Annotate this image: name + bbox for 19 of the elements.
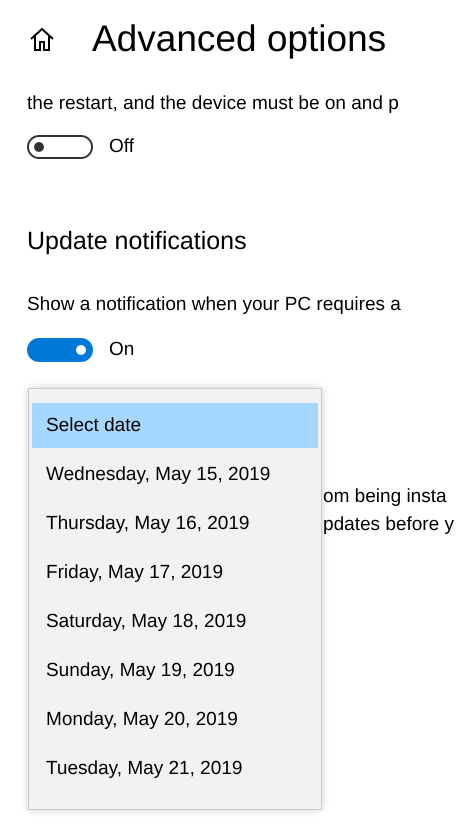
date-option[interactable]: Wednesday, May 15, 2019 [32, 452, 318, 497]
toggle-label: Off [109, 136, 134, 158]
page-title: Advanced options [92, 18, 386, 60]
date-option[interactable]: Friday, May 17, 2019 [32, 550, 318, 595]
description-text: om being insta [323, 485, 448, 509]
date-option[interactable]: Tuesday, May 21, 2019 [32, 746, 318, 791]
toggle-switch[interactable] [27, 135, 93, 159]
date-option[interactable]: Select date [32, 403, 318, 448]
date-option[interactable]: Thursday, May 16, 2019 [32, 501, 318, 546]
date-option[interactable]: Sunday, May 19, 2019 [32, 648, 318, 693]
date-option[interactable]: Saturday, May 18, 2019 [32, 599, 318, 644]
description-text: Show a notification when your PC requires a [27, 293, 402, 317]
toggle-switch[interactable] [27, 338, 93, 362]
toggle-label: On [109, 339, 134, 361]
date-option[interactable]: Monday, May 20, 2019 [32, 697, 318, 742]
section-heading: Update notifications [27, 227, 248, 256]
home-icon[interactable] [28, 25, 56, 53]
description-text: pdates before y [323, 513, 455, 537]
description-text: the restart, and the device must be on and p [27, 92, 400, 116]
